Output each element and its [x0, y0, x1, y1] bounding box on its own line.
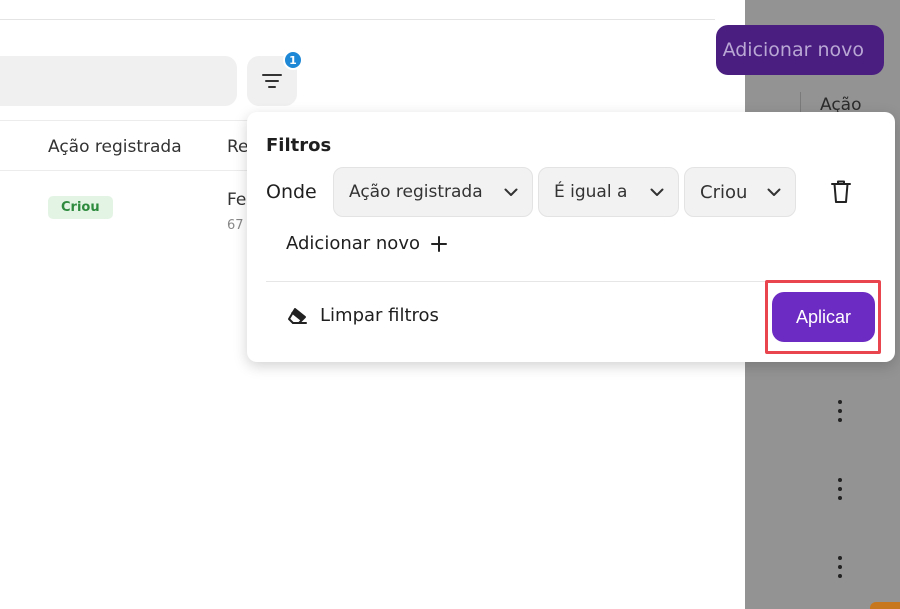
where-label: Onde: [266, 181, 317, 203]
add-filter-button[interactable]: Adicionar novo: [286, 233, 448, 254]
kebab-menu-icon[interactable]: [832, 400, 848, 422]
column-header-re[interactable]: Re: [227, 137, 249, 157]
floating-widget[interactable]: [870, 602, 900, 609]
field-select-value: Ação registrada: [349, 182, 483, 202]
value-select-value: Criou: [700, 181, 748, 203]
plus-icon: [430, 235, 447, 252]
chevron-down-icon: [767, 188, 781, 196]
operator-select[interactable]: É igual a: [538, 167, 679, 217]
table-cell-subtext: 67: [227, 218, 244, 233]
filters-popover: Filtros Onde Ação registrada É igual a C…: [247, 112, 895, 362]
value-select[interactable]: Criou: [684, 167, 796, 217]
search-input[interactable]: [0, 56, 237, 106]
field-select[interactable]: Ação registrada: [333, 167, 533, 217]
add-filter-label: Adicionar novo: [286, 233, 420, 254]
column-header-acao-registrada[interactable]: Ação registrada: [48, 137, 182, 157]
clear-filters-label: Limpar filtros: [320, 305, 439, 326]
filters-title: Filtros: [266, 135, 332, 156]
filter-count-badge: 1: [283, 50, 303, 70]
table-cell-text: Fe: [227, 190, 247, 210]
add-new-button[interactable]: Adicionar novo: [716, 25, 884, 75]
apply-button[interactable]: Aplicar: [772, 292, 875, 342]
filter-icon: [262, 74, 282, 88]
status-badge: Criou: [48, 196, 113, 219]
chevron-down-icon: [650, 188, 664, 196]
kebab-menu-icon[interactable]: [832, 478, 848, 500]
eraser-icon: [288, 307, 307, 324]
operator-select-value: É igual a: [554, 182, 628, 202]
clear-filters-button[interactable]: Limpar filtros: [286, 305, 439, 326]
trash-icon[interactable]: [830, 179, 852, 205]
top-divider: [0, 19, 715, 20]
kebab-menu-icon[interactable]: [832, 556, 848, 578]
chevron-down-icon: [504, 188, 518, 196]
